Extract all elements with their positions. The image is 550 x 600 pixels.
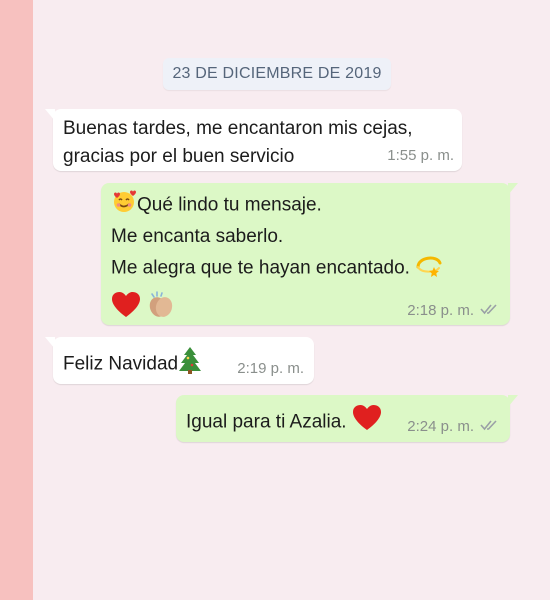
message-text: Me encanta saberlo.	[111, 226, 284, 247]
message-time: 2:18 p. m.	[407, 302, 474, 319]
dizzy-icon	[415, 251, 443, 286]
message-text: Feliz Navidad	[63, 353, 179, 375]
message-time: 2:24 p. m.	[407, 418, 474, 435]
message-incoming[interactable]: Buenas tardes, me encantaron mis cejas, …	[45, 109, 462, 171]
date-separator-label: 23 DE DICIEMBRE DE 2019	[172, 65, 382, 82]
christmas-tree-icon	[178, 346, 202, 383]
message-text: Me alegra que te hayan encantado.	[111, 257, 410, 279]
read-receipt-icon	[480, 302, 500, 320]
message-outgoing[interactable]: Qué lindo tu mensaje. Me encanta saberlo…	[101, 183, 518, 328]
message-outgoing[interactable]: Igual para ti Azalia. 2:24 p. m.	[176, 395, 518, 442]
message-text: Igual para ti Azalia.	[186, 411, 347, 433]
date-separator: 23 DE DICIEMBRE DE 2019	[163, 58, 391, 90]
message-time: 1:55 p. m.	[387, 147, 454, 164]
message-text: Buenas tardes, me encantaron mis cejas,	[63, 118, 413, 139]
message-time: 2:19 p. m.	[237, 360, 304, 377]
red-heart-icon	[352, 404, 382, 441]
message-text: Qué lindo tu mensaje.	[137, 194, 322, 216]
red-heart-icon	[111, 291, 141, 328]
clapping-hands-icon	[146, 290, 176, 329]
smiling-face-with-hearts-icon	[111, 188, 137, 223]
message-incoming[interactable]: Feliz Navidad 2:19 p. m.	[45, 337, 314, 384]
read-receipt-icon	[480, 418, 500, 436]
left-edge-strip	[0, 0, 33, 600]
